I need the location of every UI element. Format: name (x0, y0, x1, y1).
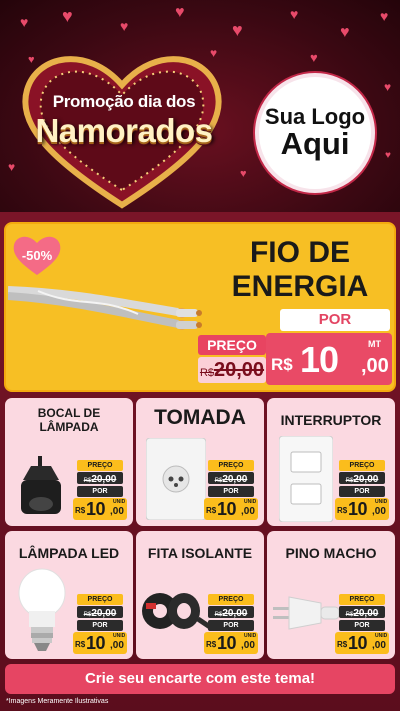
heart-icon: ♥ (380, 8, 389, 24)
heart-icon: ♥ (310, 50, 318, 65)
preco-label: PREÇO (77, 460, 123, 471)
preco-label: PREÇO (339, 460, 385, 471)
electric-cable-icon (8, 286, 202, 330)
product-name: FITA ISOLANTE (147, 545, 253, 561)
logo-text-line2: Aqui (280, 126, 350, 162)
hero-por-label: POR (280, 309, 390, 331)
male-plug-icon (273, 596, 340, 630)
heart-icon: ♥ (20, 14, 29, 30)
por-label: POR (339, 486, 385, 497)
heart-icon: ♥ (340, 24, 350, 41)
heart-icon: ♥ (62, 6, 73, 26)
hero-product-title: FIO DE ENERGIA (231, 236, 369, 303)
logo-placeholder: Sua Logo Aqui (255, 73, 375, 193)
heart-icon: ♥ (240, 168, 247, 180)
preco-label: PREÇO (208, 460, 254, 471)
promo-title-line1: Promoção dia dos (52, 92, 196, 111)
price: R$ 10,00 UNID (204, 498, 258, 520)
price: R$ 10,00 UNID (73, 498, 127, 520)
price: R$ 10,00 UNID (335, 632, 389, 654)
price: R$ 10,00 UNID (335, 498, 389, 520)
por-label: POR (339, 620, 385, 631)
heart-icon: ♥ (232, 20, 243, 40)
heart-icon: ♥ (120, 18, 129, 34)
discount-badge: -50% (12, 233, 62, 277)
product-name: LÂMPADA LED (18, 545, 120, 561)
por-label: POR (208, 620, 254, 631)
insulating-tape-icon (142, 593, 210, 630)
discount-label: -50% (21, 248, 53, 263)
hero-old-price: R$20,00 (198, 357, 266, 383)
price: R$ 10,00 UNID (73, 632, 127, 654)
led-bulb-icon (18, 568, 66, 651)
product-name: TOMADA (154, 406, 246, 429)
por-label: POR (77, 486, 123, 497)
price: R$ 10,00 UNID (204, 632, 258, 654)
cta-button[interactable]: Crie seu encarte com este tema! (5, 664, 395, 694)
hero-price: R$ 10 ,00 MT (266, 333, 392, 385)
product-name: PINO MACHO (285, 545, 377, 561)
header: ♥ ♥ ♥ ♥ ♥ ♥ ♥ ♥ ♥ ♥ ♥ ♥ ♥ ♥ ♥ Promoção d… (0, 0, 400, 215)
preco-label: PREÇO (208, 594, 254, 605)
heart-icon: ♥ (385, 150, 391, 161)
heart-icon: ♥ (384, 80, 392, 94)
product-name: BOCAL DE LÂMPADA (37, 406, 101, 434)
old-price: R$20,00 (208, 606, 254, 619)
heart-icon: ♥ (175, 4, 185, 21)
hero-preco-label: PREÇO (198, 335, 266, 355)
light-switch-icon (279, 436, 333, 522)
preco-label: PREÇO (77, 594, 123, 605)
disclaimer-text: *Imagens Meramente Ilustrativas (6, 698, 109, 705)
old-price: R$20,00 (339, 606, 385, 619)
promo-title-line2: Namorados (35, 112, 213, 149)
heart-icon: ♥ (290, 6, 299, 22)
old-price: R$20,00 (77, 606, 123, 619)
por-label: POR (77, 620, 123, 631)
old-price: R$20,00 (339, 472, 385, 485)
por-label: POR (208, 486, 254, 497)
old-price: R$20,00 (77, 472, 123, 485)
logo-text-line1: Sua Logo (264, 104, 366, 130)
wall-outlet-icon (146, 438, 206, 520)
product-name: INTERRUPTOR (280, 412, 382, 428)
old-price: R$20,00 (208, 472, 254, 485)
preco-label: PREÇO (339, 594, 385, 605)
lamp-socket-icon (21, 456, 61, 514)
